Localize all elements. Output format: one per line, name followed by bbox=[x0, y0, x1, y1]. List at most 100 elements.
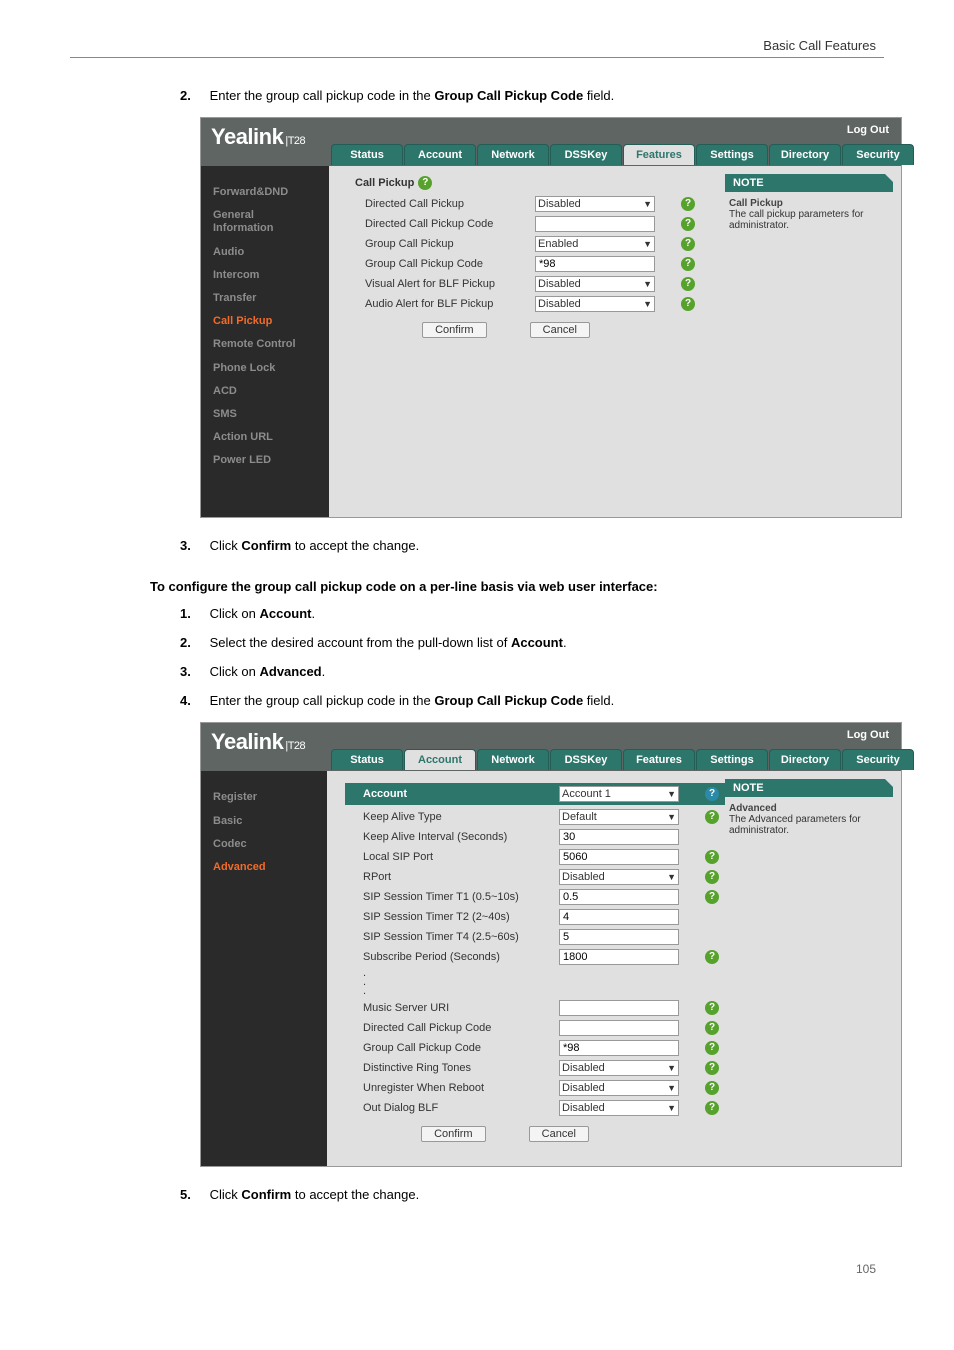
nav-tabs: Status Account Network DSSKey Features S… bbox=[331, 144, 915, 165]
row-directed-call-pickup-code: Directed Call Pickup Code ? bbox=[365, 216, 725, 232]
label-account: Account bbox=[363, 788, 559, 800]
help-icon[interactable]: ? bbox=[681, 197, 695, 211]
sidebar-item-remotecontrol[interactable]: Remote Control bbox=[213, 338, 329, 351]
input-local-sip-port[interactable] bbox=[559, 849, 679, 865]
tab-status[interactable]: Status bbox=[331, 749, 403, 770]
sidebar-item-basic[interactable]: Basic bbox=[213, 815, 327, 828]
step-a4: 4. Enter the group call pickup code in t… bbox=[180, 693, 884, 708]
confirm-button[interactable]: Confirm bbox=[422, 322, 487, 338]
tab-account[interactable]: Account bbox=[404, 749, 476, 770]
label-out-dialog-blf: Out Dialog BLF bbox=[363, 1102, 559, 1114]
row-keep-alive-interval: Keep Alive Interval (Seconds) bbox=[363, 829, 725, 845]
logout-link[interactable]: Log Out bbox=[847, 124, 889, 136]
confirm-button[interactable]: Confirm bbox=[421, 1126, 486, 1142]
help-icon[interactable]: ? bbox=[705, 850, 719, 864]
tab-settings[interactable]: Settings bbox=[696, 749, 768, 770]
tab-dsskey[interactable]: DSSKey bbox=[550, 749, 622, 770]
select-keep-alive-type[interactable]: Default▼ bbox=[559, 809, 679, 825]
input-subscribe-period[interactable] bbox=[559, 949, 679, 965]
tab-security[interactable]: Security bbox=[842, 144, 914, 165]
select-out-dialog-blf[interactable]: Disabled▼ bbox=[559, 1100, 679, 1116]
tab-network[interactable]: Network bbox=[477, 749, 549, 770]
help-icon[interactable]: ? bbox=[681, 297, 695, 311]
select-unregister-when-reboot[interactable]: Disabled▼ bbox=[559, 1080, 679, 1096]
tab-settings[interactable]: Settings bbox=[696, 144, 768, 165]
cancel-button[interactable]: Cancel bbox=[529, 1126, 589, 1142]
note-body: Advanced The Advanced parameters for adm… bbox=[725, 801, 893, 838]
step-3: 3. Click Confirm to accept the change. bbox=[180, 538, 884, 553]
features-sidebar: Forward&DND GeneralInformation Audio Int… bbox=[201, 166, 329, 517]
sidebar-item-audio[interactable]: Audio bbox=[213, 246, 329, 259]
row-visual-alert-blf-pickup: Visual Alert for BLF Pickup Disabled▼ ? bbox=[365, 276, 725, 292]
input-directed-call-pickup-code[interactable] bbox=[559, 1020, 679, 1036]
help-icon[interactable]: ? bbox=[705, 1081, 719, 1095]
help-icon[interactable]: ? bbox=[705, 1001, 719, 1015]
input-keep-alive-interval[interactable] bbox=[559, 829, 679, 845]
help-icon[interactable]: ? bbox=[705, 1041, 719, 1055]
page-header-right: Basic Call Features bbox=[70, 30, 884, 53]
tab-features[interactable]: Features bbox=[623, 144, 695, 165]
sidebar-item-general[interactable]: GeneralInformation bbox=[213, 209, 329, 235]
input-music-server-uri[interactable] bbox=[559, 1000, 679, 1016]
label-directed-call-pickup-code: Directed Call Pickup Code bbox=[365, 218, 535, 230]
input-sip-t4[interactable] bbox=[559, 929, 679, 945]
help-icon[interactable]: ? bbox=[705, 870, 719, 884]
help-icon[interactable]: ? bbox=[418, 176, 432, 190]
sidebar-item-advanced[interactable]: Advanced bbox=[213, 861, 327, 874]
label-keep-alive-type: Keep Alive Type bbox=[363, 811, 559, 823]
help-icon[interactable]: ? bbox=[705, 1101, 719, 1115]
row-group-call-pickup: Group Call Pickup Enabled▼ ? bbox=[365, 236, 725, 252]
input-sip-t2[interactable] bbox=[559, 909, 679, 925]
label-music-server-uri: Music Server URI bbox=[363, 1002, 559, 1014]
select-visual-alert-blf-pickup[interactable]: Disabled▼ bbox=[535, 276, 655, 292]
sidebar-item-codec[interactable]: Codec bbox=[213, 838, 327, 851]
step-3-num: 3. bbox=[180, 538, 206, 553]
help-icon[interactable]: ? bbox=[705, 1021, 719, 1035]
note-body: Call Pickup The call pickup parameters f… bbox=[725, 196, 893, 233]
sidebar-item-forwarddnd[interactable]: Forward&DND bbox=[213, 186, 329, 199]
input-group-call-pickup-code[interactable] bbox=[559, 1040, 679, 1056]
select-group-call-pickup[interactable]: Enabled▼ bbox=[535, 236, 655, 252]
sidebar-item-powerled[interactable]: Power LED bbox=[213, 454, 329, 467]
help-icon[interactable]: ? bbox=[705, 950, 719, 964]
sidebar-item-register[interactable]: Register bbox=[213, 791, 327, 804]
help-icon[interactable]: ? bbox=[681, 257, 695, 271]
select-rport[interactable]: Disabled▼ bbox=[559, 869, 679, 885]
sidebar-item-phonelock[interactable]: Phone Lock bbox=[213, 362, 329, 375]
help-icon[interactable]: ? bbox=[705, 810, 719, 824]
tab-security[interactable]: Security bbox=[842, 749, 914, 770]
help-icon[interactable]: ? bbox=[681, 217, 695, 231]
help-icon[interactable]: ? bbox=[705, 890, 719, 904]
cancel-button[interactable]: Cancel bbox=[530, 322, 590, 338]
logout-link[interactable]: Log Out bbox=[847, 729, 889, 741]
input-directed-call-pickup-code[interactable] bbox=[535, 216, 655, 232]
sidebar-item-actionurl[interactable]: Action URL bbox=[213, 431, 329, 444]
select-account[interactable]: Account 1▼ bbox=[559, 786, 679, 802]
chevron-down-icon: ▼ bbox=[643, 299, 652, 309]
note-header: NOTE bbox=[725, 174, 893, 192]
sidebar-item-intercom[interactable]: Intercom bbox=[213, 269, 329, 282]
tab-dsskey[interactable]: DSSKey bbox=[550, 144, 622, 165]
label-directed-call-pickup-code: Directed Call Pickup Code bbox=[363, 1022, 559, 1034]
help-icon[interactable]: ? bbox=[705, 787, 719, 801]
tab-features[interactable]: Features bbox=[623, 749, 695, 770]
nav-tabs: Status Account Network DSSKey Features S… bbox=[331, 749, 915, 770]
input-group-call-pickup-code[interactable] bbox=[535, 256, 655, 272]
help-icon[interactable]: ? bbox=[681, 237, 695, 251]
tab-network[interactable]: Network bbox=[477, 144, 549, 165]
sidebar-item-transfer[interactable]: Transfer bbox=[213, 292, 329, 305]
help-icon[interactable]: ? bbox=[705, 1061, 719, 1075]
help-icon[interactable]: ? bbox=[681, 277, 695, 291]
tab-directory[interactable]: Directory bbox=[769, 749, 841, 770]
tab-status[interactable]: Status bbox=[331, 144, 403, 165]
label-rport: RPort bbox=[363, 871, 559, 883]
select-distinctive-ring-tones[interactable]: Disabled▼ bbox=[559, 1060, 679, 1076]
tab-account[interactable]: Account bbox=[404, 144, 476, 165]
select-directed-call-pickup[interactable]: Disabled▼ bbox=[535, 196, 655, 212]
row-subscribe-period: Subscribe Period (Seconds) ? bbox=[363, 949, 725, 965]
sidebar-item-acd[interactable]: ACD bbox=[213, 385, 329, 398]
sidebar-item-sms[interactable]: SMS bbox=[213, 408, 329, 421]
input-sip-t1[interactable] bbox=[559, 889, 679, 905]
select-audio-alert-blf-pickup[interactable]: Disabled▼ bbox=[535, 296, 655, 312]
tab-directory[interactable]: Directory bbox=[769, 144, 841, 165]
